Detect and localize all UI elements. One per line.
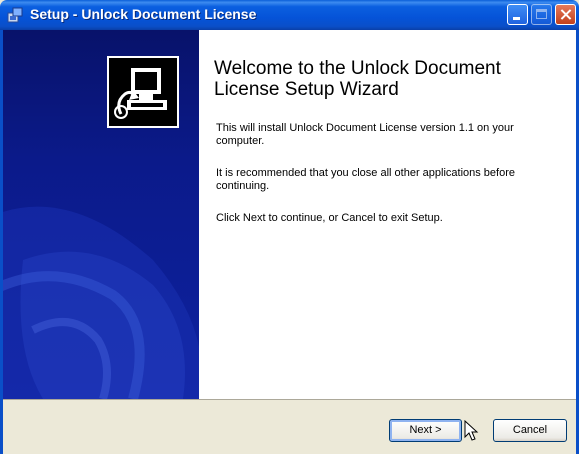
wizard-sidebar-image [3, 30, 199, 399]
minimize-button[interactable] [507, 4, 528, 25]
welcome-heading: Welcome to the Unlock Document License S… [214, 58, 501, 100]
title-bar[interactable]: Setup - Unlock Document License [0, 0, 579, 30]
setup-installer-icon [7, 7, 23, 23]
next-button[interactable]: Next > [389, 419, 462, 442]
close-apps-text: It is recommended that you close all oth… [216, 167, 515, 192]
maximize-button[interactable] [531, 4, 552, 25]
mouse-pointer-icon [464, 420, 479, 441]
wizard-content-panel: Welcome to the Unlock Document License S… [199, 30, 576, 399]
computer-install-icon [107, 56, 179, 128]
window-title: Setup - Unlock Document License [30, 6, 257, 22]
cancel-button[interactable]: Cancel [493, 419, 567, 442]
continue-instructions-text: Click Next to continue, or Cancel to exi… [216, 212, 443, 224]
close-button[interactable] [555, 4, 576, 25]
setup-wizard-window: Setup - Unlock Document License Welcome … [0, 0, 579, 454]
install-info-text: This will install Unlock Document Licens… [216, 122, 514, 147]
button-bar: Next > Cancel [3, 399, 576, 454]
